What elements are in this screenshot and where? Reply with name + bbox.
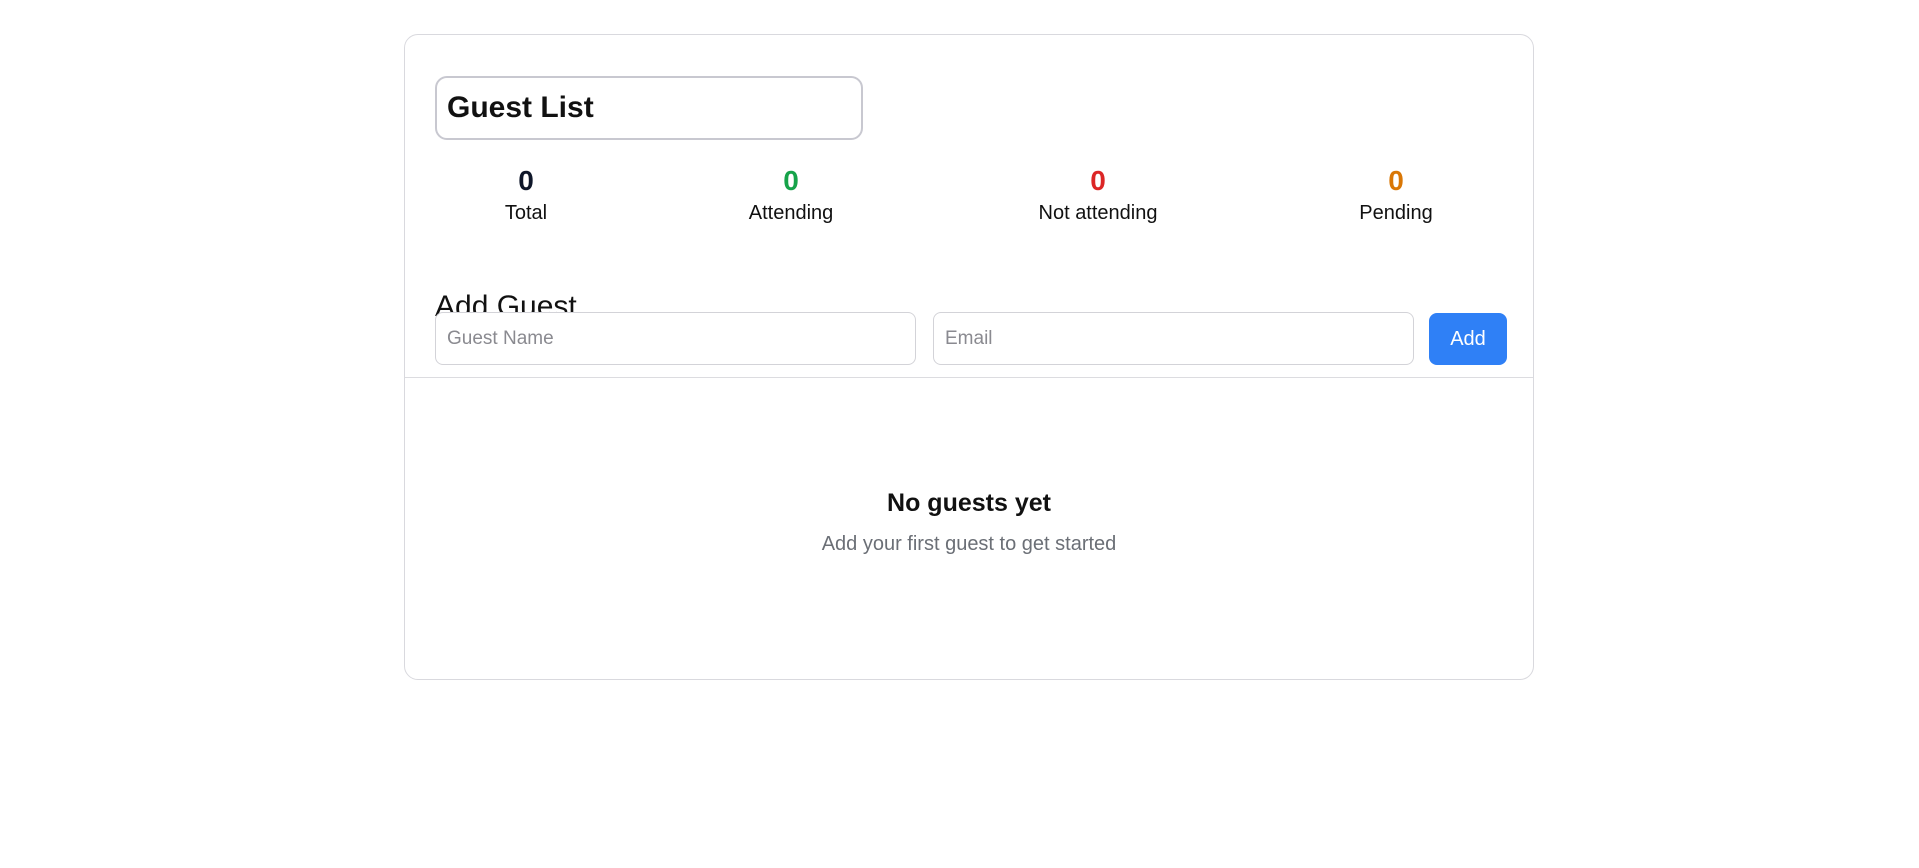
guest-name-input[interactable]	[435, 312, 916, 365]
stat-total-value: 0	[518, 165, 534, 196]
stat-pending-label: Pending	[1359, 202, 1433, 224]
stats-row: 0 Total 0 Attending 0 Not attending 0 Pe…	[435, 163, 1503, 233]
stat-total-label: Total	[504, 202, 548, 224]
stat-not-attending-value: 0	[1090, 165, 1106, 196]
add-guest-button[interactable]: Add	[1429, 313, 1507, 365]
stat-attending-value: 0	[783, 165, 799, 196]
guest-list-card: 0 Total 0 Attending 0 Not attending 0 Pe…	[404, 34, 1534, 680]
stat-attending: 0 Attending	[749, 163, 834, 227]
stat-pending-value: 0	[1388, 165, 1404, 196]
stat-attending-label: Attending	[748, 202, 834, 224]
stat-total: 0 Total	[505, 163, 547, 227]
empty-state: No guests yet Add your first guest to ge…	[405, 486, 1533, 558]
section-divider	[405, 377, 1533, 378]
stat-pending: 0 Pending	[1359, 163, 1432, 227]
empty-state-subtitle: Add your first guest to get started	[821, 533, 1117, 555]
stat-not-attending: 0 Not attending	[1039, 163, 1158, 227]
email-input[interactable]	[933, 312, 1414, 365]
empty-state-title: No guests yet	[887, 489, 1051, 517]
stat-not-attending-label: Not attending	[1038, 202, 1158, 224]
list-title-input[interactable]	[435, 76, 863, 140]
